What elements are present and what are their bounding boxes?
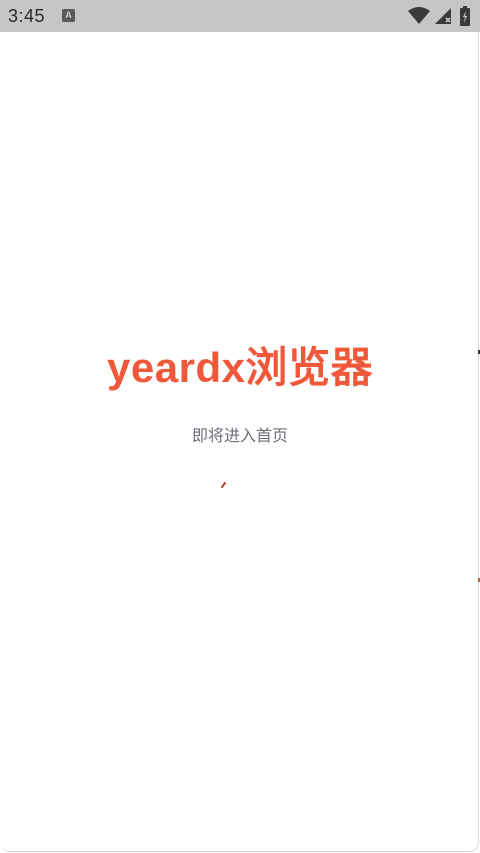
loading-subtitle: 即将进入首页 [191,426,288,445]
status-bar: 3:45 A [0,0,480,32]
battery-icon [460,6,470,26]
status-time: 3:45 [8,6,46,26]
app-title: yeardx浏览器 [107,344,373,391]
wifi-icon [408,7,430,24]
cellular-signal-icon [435,8,451,24]
notification-app-icon-letter: A [65,10,72,20]
notification-app-icon: A [62,9,75,22]
loading-spinner-icon [221,482,226,488]
status-icons [400,0,480,32]
phone-screen: 3:45 A yeardx浏览器 即将进入首页 [0,0,480,853]
